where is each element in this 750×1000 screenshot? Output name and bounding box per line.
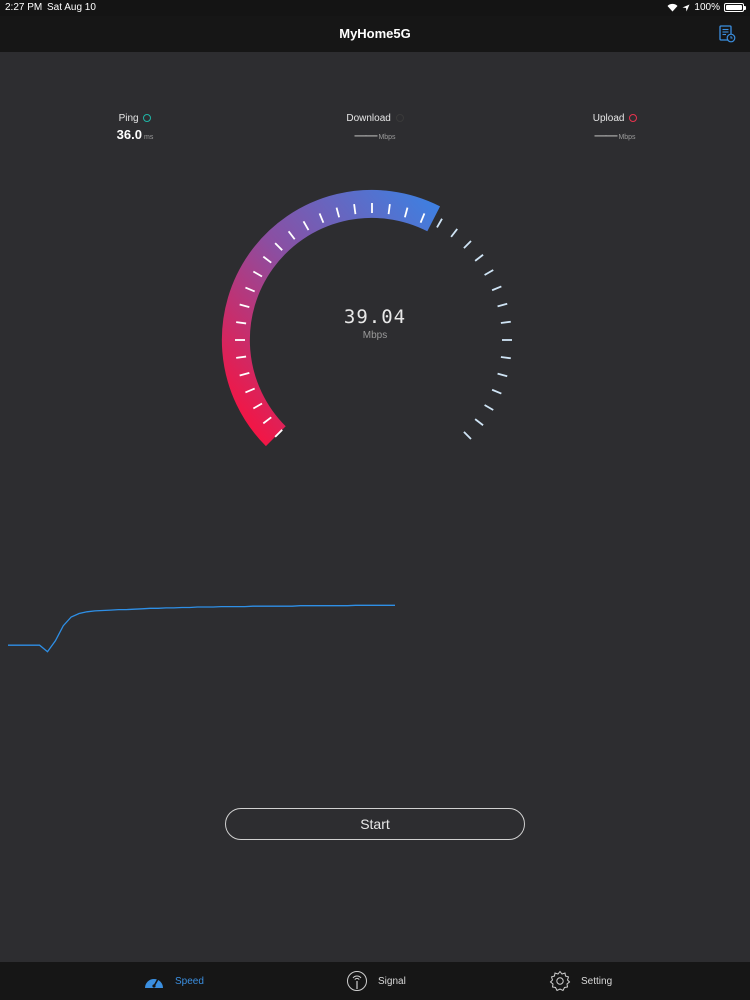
gauge-tick	[436, 218, 443, 228]
gauge-tick	[463, 431, 472, 440]
gauge-tick	[474, 254, 484, 262]
tab-bar: Speed Signal Setting	[0, 962, 750, 1000]
speed-series-line	[8, 604, 395, 653]
tab-speed[interactable]: Speed	[143, 962, 204, 1000]
tab-speed-label: Speed	[175, 975, 204, 987]
gauge-tick	[491, 388, 502, 395]
tab-signal-label: Signal	[378, 975, 406, 987]
tab-signal[interactable]: Signal	[346, 962, 406, 1000]
gauge-tick	[463, 240, 472, 249]
gear-icon	[549, 970, 571, 992]
tab-setting-label: Setting	[581, 975, 613, 987]
speed-line-chart	[8, 604, 395, 653]
gauge-tick	[484, 269, 494, 276]
speedometer-icon	[145, 978, 163, 988]
gauge-tick	[500, 320, 511, 324]
gauge-tick	[491, 285, 502, 292]
start-button[interactable]: Start	[225, 808, 525, 840]
gauge-value: 39.04	[343, 306, 407, 328]
gauge-tick	[500, 356, 511, 360]
speed-gauge	[221, 189, 512, 447]
gauge-tick	[484, 404, 494, 411]
tab-setting[interactable]: Setting	[549, 962, 612, 1000]
gauge-tick	[450, 228, 458, 238]
gauge-tick	[497, 372, 508, 378]
signal-icon	[347, 971, 367, 991]
gauge-unit: Mbps	[362, 330, 388, 341]
gauge-tick	[474, 418, 484, 426]
gauge-tick	[497, 302, 508, 308]
